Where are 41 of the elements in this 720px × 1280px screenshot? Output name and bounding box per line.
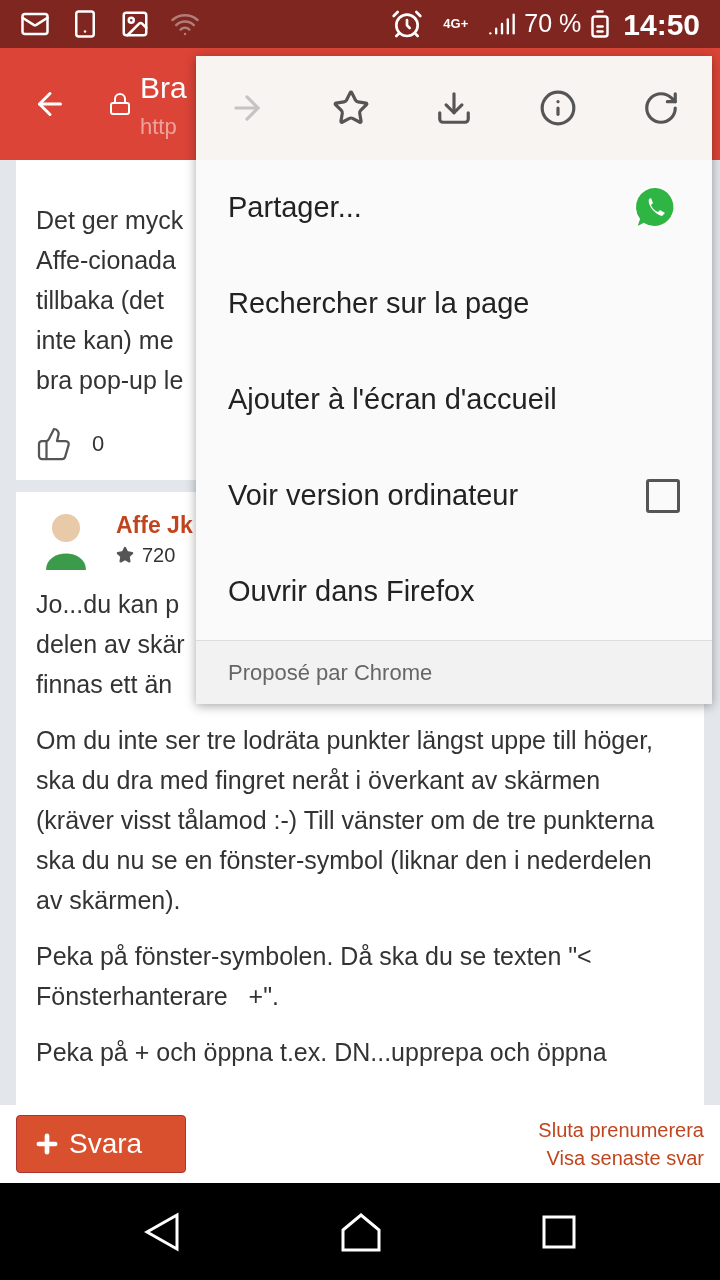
checkbox[interactable] — [646, 479, 680, 513]
footer-link[interactable]: Sluta prenumerera — [538, 1116, 704, 1144]
image-icon — [120, 9, 150, 39]
author-score: 720 — [142, 543, 176, 568]
author-name[interactable]: Affe Jk — [116, 510, 193, 540]
menu-item[interactable]: Ajouter à l'écran d'accueil — [196, 352, 712, 448]
download-icon[interactable] — [435, 89, 473, 127]
clock: 14:50 — [623, 6, 700, 43]
post-text-line: Affe-cionada — [36, 245, 176, 276]
post-text-line: inte kan) me — [36, 325, 174, 356]
post-paragraph: Peka på fönster-symbolen. Då ska du se texten "< Fönsterhanterare +". — [36, 941, 593, 1012]
battery-label: 70 % — [524, 8, 582, 40]
star-icon — [116, 546, 134, 564]
thumbs-up-icon[interactable] — [36, 426, 72, 462]
back-triangle-icon[interactable] — [144, 1211, 180, 1252]
footer-link[interactable]: Visa senaste svar — [546, 1144, 704, 1172]
info-icon[interactable] — [538, 89, 577, 127]
menu-item[interactable]: Partager... — [196, 160, 712, 256]
post-paragraph: Om du inte ser tre lodräta punkter längst uppe till höger, ska du dra med fingret neråt i överkant av skärmen (kräver visst tålamod :-) Till vänster om de tre punkterna ska du nu se en fönster-symbol (liknar den i nederdelen av skärmen). — [36, 725, 656, 916]
reply-button[interactable]: Svara — [16, 1115, 186, 1173]
refresh-icon[interactable] — [642, 89, 680, 127]
menu-item[interactable]: Rechercher sur la page — [196, 256, 712, 352]
menu-item[interactable]: Ouvrir dans Firefox — [196, 544, 712, 640]
like-count: 0 — [92, 430, 105, 458]
star-icon[interactable] — [331, 89, 370, 127]
network-label: 4G+ — [443, 15, 469, 34]
post-text-line: Det ger myck — [36, 205, 184, 236]
home-icon[interactable] — [340, 1211, 382, 1252]
recents-square-icon[interactable] — [542, 1214, 576, 1249]
post-text-line: finnas ett än — [36, 669, 173, 700]
menu-footer-text: Proposé par Chrome — [228, 659, 433, 687]
page-title: Bra — [140, 70, 187, 106]
alarm-icon — [391, 8, 424, 40]
post-text-line: Jo...du kan p — [36, 589, 180, 620]
post-text-line: bra pop-up le — [36, 365, 184, 396]
post-text-line: tillbaka (det — [36, 285, 164, 316]
menu-item[interactable]: Voir version ordinateur — [196, 448, 712, 544]
lock-icon — [108, 92, 132, 116]
post-paragraph: Peka på + och öppna t.ex. DN...upprepa och öppna — [36, 1037, 608, 1068]
post-text-line: delen av skär — [36, 629, 185, 660]
page-url: http — [140, 113, 178, 141]
